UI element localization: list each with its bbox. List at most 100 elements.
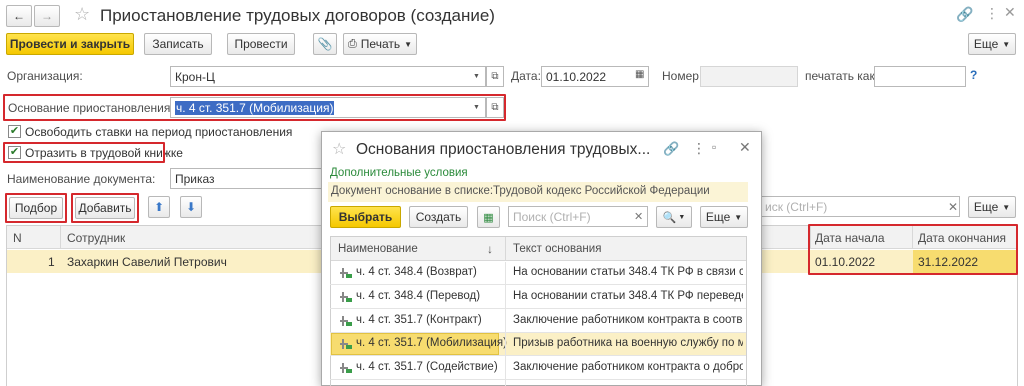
filter-note-text: Документ основание в списке:Трудовой код… <box>331 185 710 197</box>
list-item[interactable]: ч. 4 ст. 348.4 (Возврат) На основании ст… <box>330 262 746 285</box>
back-button[interactable]: ← <box>6 5 32 27</box>
list-item-text: На основании статьи 348.4 ТК РФ в связи … <box>513 266 743 278</box>
list-item[interactable]: ч. 4 ст. 348.4 (Перевод) На основании ст… <box>330 286 746 309</box>
print-as-field[interactable] <box>874 66 966 87</box>
paperclip-icon: 📎 <box>317 37 333 51</box>
doc-name-field[interactable]: Приказ <box>170 168 325 189</box>
arrow-down-icon: ⬇ <box>185 200 197 214</box>
sort-down-icon[interactable]: ↓ <box>487 242 493 256</box>
page-title: Приостановление трудовых договоров (созд… <box>100 6 495 25</box>
more-label: Еще <box>705 210 731 224</box>
list-item-name: ч. 4 ст. 351.7 (Контракт) <box>356 314 482 326</box>
chevron-down-icon: ▼ <box>1002 39 1011 49</box>
list-item[interactable]: ч. 4 ст. 351.7 (Содействие) Заключение р… <box>330 357 746 380</box>
printer-icon: ⎙ <box>347 37 357 50</box>
move-down-button[interactable]: ⬇ <box>180 196 202 218</box>
organization-value: Крон-Ц <box>175 69 215 84</box>
chevron-down-icon: ▼ <box>473 104 480 111</box>
col-start-header: Дата начала <box>815 231 885 245</box>
search-icon: 🔍 <box>662 211 677 224</box>
list-item-selected[interactable]: ч. 4 ст. 351.7 (Мобилизация) Призыв рабо… <box>330 333 746 356</box>
list-item-text: Призыв работника на военную службу по м.… <box>513 337 743 349</box>
basis-open-button[interactable]: ⧉ <box>486 97 504 118</box>
table-search-clear[interactable]: ✕ <box>943 196 963 218</box>
basis-label: Основание приостановления: <box>8 101 174 115</box>
print-label: Печать <box>360 37 401 51</box>
forward-button[interactable]: → <box>34 5 60 27</box>
header-divider <box>810 226 811 249</box>
free-rates-label: Освободить ставки на период приостановле… <box>25 125 293 139</box>
export-button[interactable]: ▦ <box>477 206 500 228</box>
add-button[interactable]: Добавить <box>75 197 135 219</box>
post-button[interactable]: Провести <box>227 33 295 55</box>
chevron-down-icon: ▼ <box>473 73 480 80</box>
excel-icon: ▦ <box>483 211 494 224</box>
free-rates-checkbox[interactable]: ✔ <box>8 125 21 138</box>
kebab-menu-icon[interactable]: ⋮ <box>692 140 706 157</box>
extra-conditions-link[interactable]: Дополнительные условия <box>330 167 468 179</box>
dialog-more-button[interactable]: Еще ▼ <box>700 206 748 228</box>
list-item-name: ч. 4 ст. 348.4 (Перевод) <box>356 290 481 302</box>
chevron-down-icon: ▼ <box>1002 202 1011 212</box>
minimize-icon[interactable]: ▫ <box>712 140 716 154</box>
help-link[interactable]: ? <box>970 68 977 82</box>
arrow-left-icon: ← <box>13 9 25 23</box>
basis-item-icon <box>340 316 352 326</box>
calendar-icon[interactable]: ▦ <box>635 69 644 80</box>
doc-name-label: Наименование документа: <box>7 172 156 186</box>
chevron-down-icon: ▼ <box>734 212 743 222</box>
create-button[interactable]: Создать <box>409 206 468 228</box>
attach-button[interactable]: 📎 <box>313 33 337 55</box>
table-search-input[interactable]: иск (Ctrl+F) <box>760 196 960 217</box>
kebab-menu-icon[interactable]: ⋮ <box>985 5 999 22</box>
list-item-text: На основании статьи 348.4 ТК РФ переведе… <box>513 290 743 302</box>
list-item-text: Заключение работником контракта в соотве… <box>513 314 743 326</box>
more-label: Еще <box>973 200 999 214</box>
favorite-star-icon[interactable]: ☆ <box>74 4 90 25</box>
dialog-search-placeholder: Поиск (Ctrl+F) <box>513 209 591 224</box>
post-and-close-button[interactable]: Провести и закрыть <box>6 33 134 55</box>
number-field[interactable] <box>700 66 798 87</box>
link-icon[interactable]: 🔗 <box>956 6 973 23</box>
date-field[interactable]: 01.10.2022 <box>541 66 649 87</box>
col-text-header: Текст основания <box>513 243 602 255</box>
organization-label: Организация: <box>7 69 83 83</box>
dialog-search-input[interactable]: Поиск (Ctrl+F) <box>508 206 648 227</box>
dialog-search-clear[interactable]: ✕ <box>634 210 643 223</box>
checkmark-icon: ✔ <box>9 146 20 158</box>
dialog-col-divider <box>505 262 506 386</box>
table-more-button[interactable]: Еще ▼ <box>968 196 1016 218</box>
link-icon[interactable]: 🔗 <box>663 141 679 157</box>
date-value: 01.10.2022 <box>546 69 607 84</box>
open-icon: ⧉ <box>491 102 499 113</box>
basis-dropdown[interactable]: ▼ <box>468 97 486 118</box>
doc-name-value: Приказ <box>175 171 215 186</box>
save-button[interactable]: Записать <box>144 33 212 55</box>
row-number: 1 <box>48 255 55 269</box>
number-label: Номер: <box>662 69 703 83</box>
dialog-title: Основания приостановления трудовых... <box>356 141 651 158</box>
close-icon[interactable]: ✕ <box>739 139 751 156</box>
favorite-star-icon[interactable]: ☆ <box>332 139 346 159</box>
basis-item-icon <box>340 292 352 302</box>
list-item[interactable]: ч. 4 ст. 351.7 (Контракт) Заключение раб… <box>330 310 746 333</box>
organization-field[interactable]: Крон-Ц <box>170 66 486 87</box>
record-book-checkbox[interactable]: ✔ <box>8 146 21 159</box>
list-item-name: ч. 4 ст. 348.4 (Возврат) <box>356 266 477 278</box>
header-divider <box>912 226 913 249</box>
organization-open-button[interactable]: ⧉ <box>486 66 504 87</box>
col-employee-header: Сотрудник <box>67 231 126 245</box>
move-up-button[interactable]: ⬆ <box>148 196 170 218</box>
more-button[interactable]: Еще ▼ <box>968 33 1016 55</box>
basis-field[interactable]: ч. 4 ст. 351.7 (Мобилизация) <box>170 97 486 118</box>
col-n-header: N <box>13 231 22 245</box>
date-label: Дата: <box>511 69 541 83</box>
pick-button[interactable]: Подбор <box>9 197 63 219</box>
close-icon[interactable]: ✕ <box>1004 4 1016 21</box>
print-button[interactable]: ⎙ Печать ▼ <box>343 33 417 55</box>
dialog-search-button[interactable]: 🔍 ▼ <box>656 206 692 228</box>
select-button[interactable]: Выбрать <box>330 206 401 228</box>
arrow-up-icon: ⬆ <box>153 200 165 214</box>
close-icon: ✕ <box>947 200 959 214</box>
organization-dropdown[interactable]: ▼ <box>468 66 486 87</box>
